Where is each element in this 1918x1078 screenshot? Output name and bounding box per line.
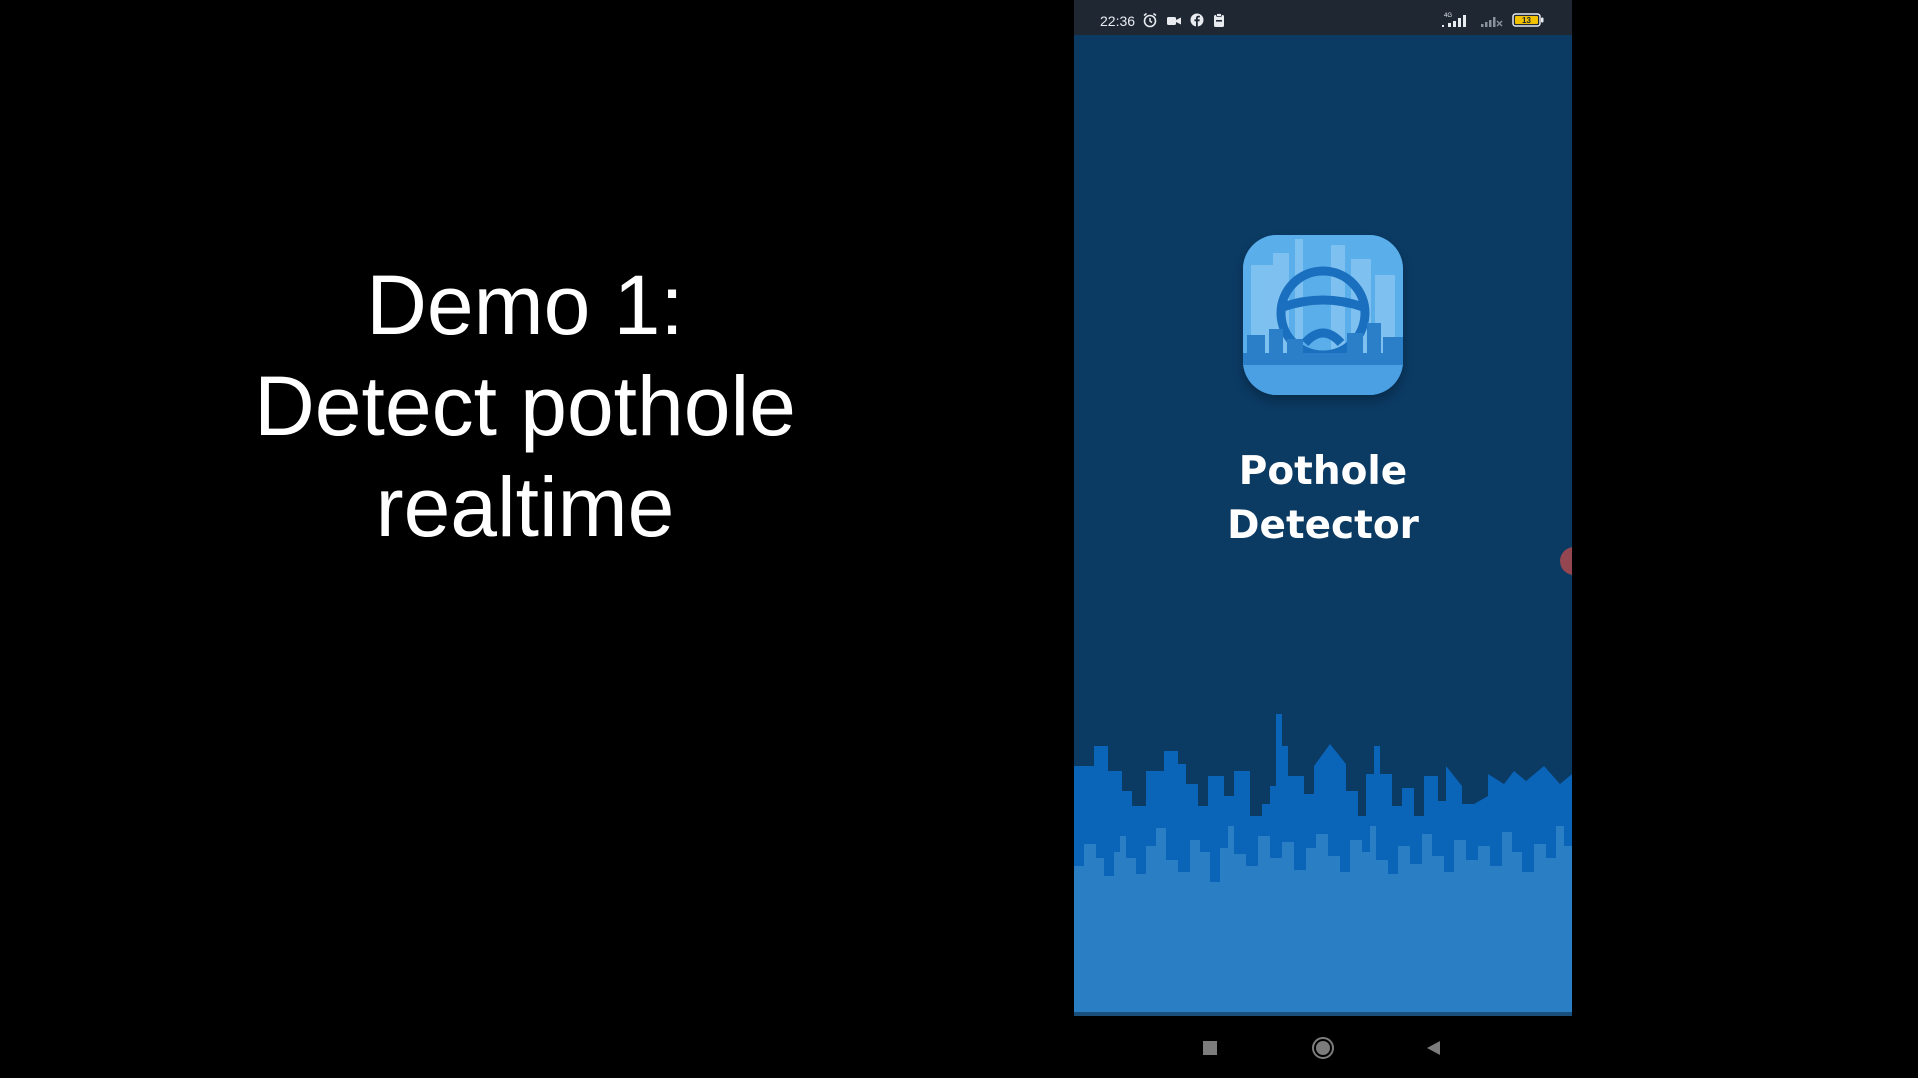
navigation-bar [1074, 1016, 1572, 1078]
splash-screen: Pothole Detector [1074, 35, 1572, 1016]
phone-screen-recording: 22:36 4G 13 Pothole Detector [1074, 0, 1572, 1078]
home-icon[interactable] [1311, 1036, 1335, 1060]
signal-4g-icon: 4G [1442, 12, 1472, 31]
battery-level: 13 [1522, 16, 1531, 25]
facebook-icon [1190, 13, 1204, 30]
alarm-icon [1142, 12, 1158, 31]
app-title: Pothole Detector [1074, 445, 1572, 553]
city-skyline-illustration [1074, 714, 1572, 1016]
status-left-icons [1142, 12, 1225, 31]
network-label: 4G [1444, 13, 1452, 19]
clipboard-icon [1213, 13, 1225, 30]
video-icon [1167, 14, 1181, 30]
status-bar: 22:36 4G 13 [1074, 0, 1572, 35]
status-right-icons: 4G 13 [1442, 12, 1544, 31]
back-icon[interactable] [1422, 1036, 1446, 1060]
app-title-line-2: Detector [1227, 503, 1419, 548]
app-title-line-1: Pothole [1238, 449, 1408, 494]
signal-weak-icon [1480, 12, 1504, 31]
demo-caption: Demo 1: Detect pothole realtime [180, 255, 870, 558]
status-time: 22:36 [1100, 13, 1136, 29]
steering-wheel-city-icon [1243, 235, 1403, 395]
video-frame: Demo 1: Detect pothole realtime 22:36 4G… [0, 0, 1918, 1078]
recent-apps-icon[interactable] [1198, 1036, 1222, 1060]
caption-line-1: Demo 1: [366, 258, 684, 352]
caption-line-2: Detect pothole [254, 359, 796, 453]
caption-line-3: realtime [375, 460, 675, 554]
battery-icon: 13 [1512, 13, 1544, 30]
